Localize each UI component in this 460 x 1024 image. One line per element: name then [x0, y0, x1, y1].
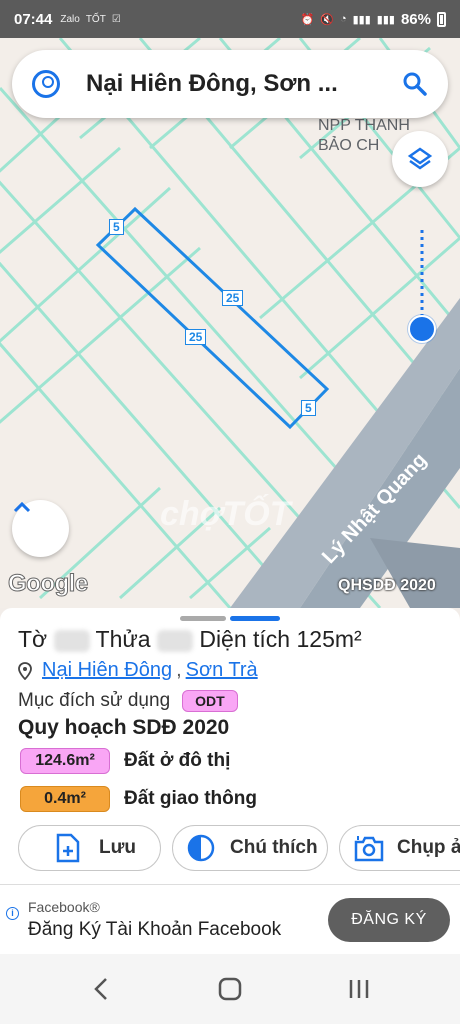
status-time: 07:44	[14, 10, 53, 28]
signal-lte1-icon: ▮▮▮	[352, 13, 371, 26]
district-link[interactable]: Sơn Trà	[186, 659, 258, 682]
edge-label-top: 5	[109, 219, 124, 235]
legend-label: Đất giao thông	[124, 788, 257, 809]
parcel-location: Nại Hiên Đông, Sơn Trà	[18, 659, 258, 682]
edge-label-bottom: 5	[301, 400, 316, 416]
legend-label-button: Chú thích	[230, 837, 318, 858]
expand-up-button[interactable]	[12, 500, 69, 557]
search-icon[interactable]	[402, 71, 428, 97]
save-button[interactable]: Lưu	[18, 825, 161, 871]
info-icon[interactable]: i	[6, 907, 19, 920]
battery-percent: 86%	[400, 10, 431, 28]
status-bar: 07:44 Zalo TỐT ☑ ⏰ 🔇 ◔ ▮▮▮ ▮▮▮ 86%	[0, 0, 460, 38]
layers-button[interactable]	[392, 131, 448, 187]
legend-label: Đất ở đô thị	[124, 750, 231, 771]
edge-label-left: 25	[185, 329, 207, 345]
check-icon: ☑	[111, 13, 121, 25]
sheet-handle-active[interactable]	[230, 616, 280, 621]
location-pin-icon	[18, 661, 32, 680]
half-circle-icon	[187, 834, 215, 862]
mute-icon: 🔇	[320, 13, 334, 26]
back-icon[interactable]	[92, 976, 110, 1002]
ad-sponsor: Facebook®	[28, 899, 100, 915]
action-bar: Lưu Chú thích Chụp ả	[0, 825, 460, 873]
google-logo: Google	[8, 570, 89, 598]
to-label: Tờ	[18, 626, 48, 652]
ad-headline[interactable]: Đăng Ký Tài Khoản Facebook	[28, 919, 281, 941]
ad-banner[interactable]: i Facebook® Đăng Ký Tài Khoản Facebook Đ…	[0, 884, 460, 954]
alarm-icon: ⏰	[300, 13, 315, 26]
search-bar[interactable]: Nại Hiên Đông, Sơn ...	[12, 50, 448, 118]
edge-label-right: 25	[222, 290, 244, 306]
add-file-icon	[56, 833, 80, 863]
thua-number-redacted	[156, 629, 193, 652]
signal-lte2-icon: ▮▮▮	[376, 13, 395, 26]
selected-parcel[interactable]	[95, 206, 330, 430]
save-label: Lưu	[99, 837, 136, 858]
home-icon[interactable]	[218, 976, 242, 1002]
my-location-dot[interactable]	[408, 315, 436, 343]
purpose-label: Mục đích sử dụng	[18, 690, 171, 711]
legend-row: 0.4m² Đất giao thông	[20, 786, 257, 812]
ward-link[interactable]: Nại Hiên Đông	[42, 659, 172, 682]
ad-cta-button[interactable]: ĐĂNG KÝ	[328, 898, 450, 942]
capture-button[interactable]: Chụp ả	[339, 825, 460, 871]
sheet-handle[interactable]	[180, 616, 226, 621]
map-view[interactable]: 5 25 25 5 NPP THANH BẢO CH Lý Nhật Quang…	[0, 38, 460, 608]
legend-row: 124.6m² Đất ở đô thị	[20, 748, 230, 774]
capture-label: Chụp ả	[397, 837, 460, 858]
area-text: Diện tích 125m²	[199, 626, 362, 652]
watermark-logo: chợTỐT	[160, 495, 291, 533]
purpose-badge: ODT	[182, 690, 238, 712]
purpose-row: Mục đích sử dụng ODT	[18, 690, 238, 712]
camera-plus-icon	[354, 836, 384, 862]
poi-label-line1: NPP THANH	[318, 117, 410, 134]
tot-icon: TỐT	[85, 13, 106, 25]
search-title[interactable]: Nại Hiên Đông, Sơn ...	[86, 70, 402, 98]
layers-icon	[407, 147, 433, 170]
wifi-icon: ◔	[339, 13, 347, 25]
zalo-icon: Zalo	[60, 13, 80, 25]
account-icon[interactable]	[32, 70, 60, 98]
battery-icon	[437, 11, 446, 27]
thua-label: Thửa	[95, 626, 151, 652]
layer-label: QHSDĐ 2020	[338, 577, 436, 594]
recents-icon[interactable]	[347, 976, 371, 1002]
chevron-up-icon	[13, 501, 31, 513]
legend-area-badge: 0.4m²	[20, 786, 110, 812]
legend-area-badge: 124.6m²	[20, 748, 110, 774]
location-separator: ,	[176, 659, 182, 681]
plan-title: Quy hoạch SDĐ 2020	[18, 716, 230, 739]
legend-button[interactable]: Chú thích	[172, 825, 328, 871]
parcel-header: Tờ Thửa Diện tích 125m²	[18, 626, 362, 653]
to-number-redacted	[53, 629, 90, 652]
system-nav-bar	[0, 954, 460, 1024]
